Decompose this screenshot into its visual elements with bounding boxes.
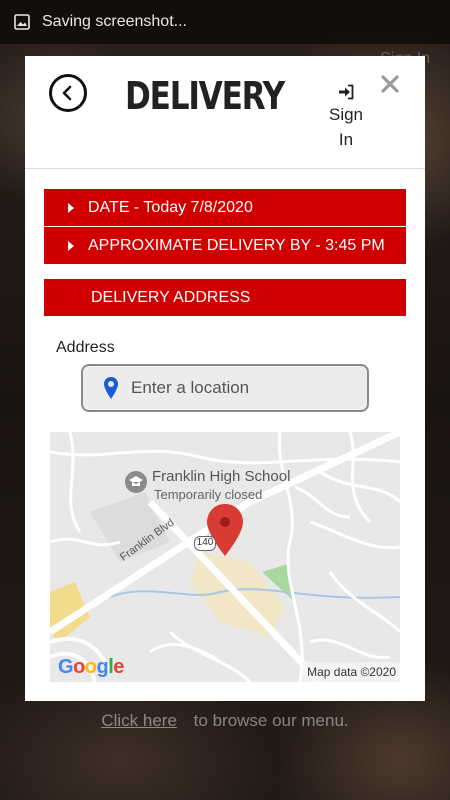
map-attribution: Map data ©2020 [303,662,400,682]
date-selector[interactable]: DATE - Today 7/8/2020 [44,189,406,226]
back-arrow-icon [62,85,72,101]
browse-menu-text: Click here to browse our menu. [0,711,450,731]
close-icon [381,75,399,93]
sign-in-button[interactable]: Sign In [325,84,367,152]
image-icon [14,14,30,30]
back-button[interactable] [49,74,87,112]
sign-in-label: Sign In [328,105,364,149]
address-field[interactable] [81,364,369,412]
address-label: Address [56,339,115,356]
address-input[interactable] [131,378,351,398]
delivery-time-label: APPROXIMATE DELIVERY BY - 3:45 PM [88,236,385,254]
map-view[interactable]: Franklin High School Temporarily closed … [50,432,400,682]
status-bar: Saving screenshot... [0,0,450,44]
route-shield: 140 [194,536,216,551]
modal-header: DELIVERY Sign In [25,56,425,169]
page-title: DELIVERY [125,74,285,118]
google-logo: Google [58,656,124,678]
delivery-modal: DELIVERY Sign In DATE - Today 7/8/2020 A… [25,56,425,701]
delivery-address-header: DELIVERY ADDRESS [44,279,406,316]
caret-right-icon [68,202,74,213]
map-label-school: Franklin High School [152,468,291,485]
browse-menu-rest: to browse our menu. [193,711,349,730]
sign-in-icon [339,84,354,100]
date-label: DATE - Today 7/8/2020 [88,198,253,216]
delivery-time-selector[interactable]: APPROXIMATE DELIVERY BY - 3:45 PM [44,227,406,264]
browse-menu-link[interactable]: Click here [101,711,177,730]
caret-right-icon [68,240,74,251]
delivery-address-label: DELIVERY ADDRESS [91,288,251,306]
map-label-status: Temporarily closed [154,487,263,502]
location-pin-icon [104,377,118,399]
close-button[interactable] [378,72,402,96]
status-notification: Saving screenshot... [42,13,187,30]
